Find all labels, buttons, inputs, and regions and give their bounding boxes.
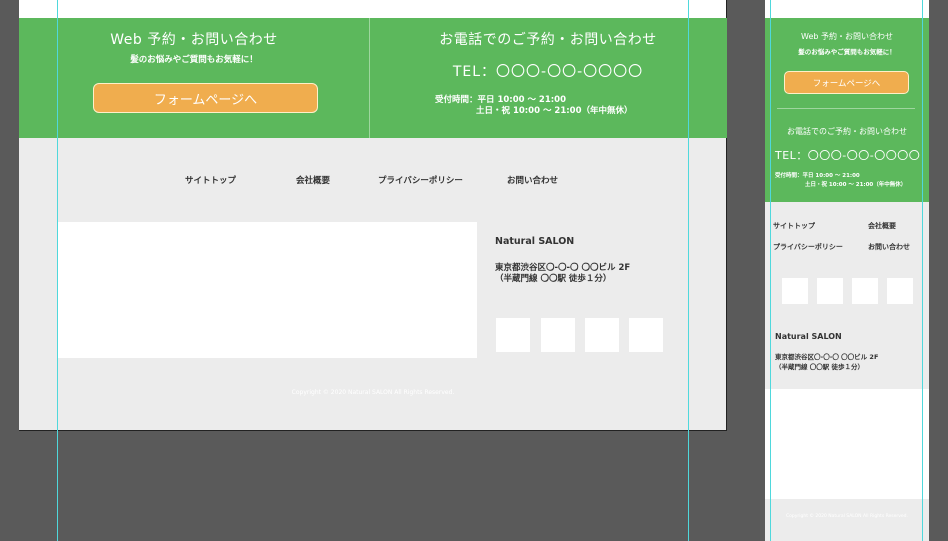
mobile-web-contact-title: Web 予約・お問い合わせ: [801, 32, 893, 41]
desktop-sns-icon-4[interactable]: [629, 318, 663, 352]
mobile-form-page-button[interactable]: フォームページへ: [784, 71, 909, 94]
desktop-web-contact-title: Web 予約・お問い合わせ: [110, 32, 278, 48]
mobile-nav-contact[interactable]: お問い合わせ: [868, 242, 910, 252]
mobile-sns-icon-2[interactable]: [817, 278, 843, 304]
mobile-artboard: Web 予約・お問い合わせ 髪のお悩みやご質問もお気軽に！ フォームページへ お…: [765, 0, 929, 541]
mobile-copyright: Copyright © 2020 Natural SALON All Right…: [786, 514, 908, 519]
desktop-nav-contact[interactable]: お問い合わせ: [507, 174, 558, 186]
desktop-hours-holiday: 土日・祝 10:00 ～ 21:00（年中無休）: [476, 106, 633, 116]
desktop-nav-company[interactable]: 会社概要: [296, 174, 330, 186]
mobile-web-contact-subtitle: 髪のお悩みやご質問もお気軽に！: [798, 48, 896, 56]
mobile-address: 東京都渋谷区〇-〇-〇 〇〇ビル 2F: [775, 353, 879, 361]
desktop-top-strip: [19, 0, 726, 18]
mobile-nav-company[interactable]: 会社概要: [868, 221, 896, 231]
desktop-tel-number[interactable]: TEL：〇〇〇-〇〇-〇〇〇〇: [369, 61, 727, 81]
desktop-web-contact-subtitle: 髪のお悩みやご質問もお気軽に！: [130, 55, 258, 65]
desktop-artboard: Web 予約・お問い合わせ 髪のお悩みやご質問もお気軽に！ フォームページへ お…: [19, 0, 727, 431]
desktop-sns-icon-3[interactable]: [585, 318, 619, 352]
mobile-sns-icon-1[interactable]: [782, 278, 808, 304]
guide-line-mobile-left: [770, 0, 771, 541]
desktop-nav-privacy[interactable]: プライバシーポリシー: [378, 174, 463, 186]
desktop-sns-icon-1[interactable]: [496, 318, 530, 352]
mobile-sns-icon-4[interactable]: [887, 278, 913, 304]
mobile-salon-name: Natural SALON: [775, 332, 842, 341]
desktop-copyright: Copyright © 2020 Natural SALON All Right…: [291, 389, 455, 396]
mobile-contact-divider: [777, 108, 915, 109]
desktop-nav-site-top[interactable]: サイトトップ: [185, 174, 236, 186]
mobile-hours-holiday: 土日・祝 10:00 ～ 21:00（年中無休）: [805, 182, 907, 188]
mobile-access: （半蔵門線 〇〇駅 徒歩１分）: [775, 363, 865, 371]
mobile-tel-number[interactable]: TEL：〇〇〇-〇〇-〇〇〇〇: [775, 147, 920, 163]
desktop-phone-contact-title: お電話でのご予約・お問い合わせ: [439, 32, 657, 48]
mobile-phone-contact-title: お電話でのご予約・お問い合わせ: [787, 127, 907, 136]
mobile-top-strip: [765, 0, 929, 18]
guide-line-desktop-left: [57, 0, 58, 541]
mobile-map-placeholder: [765, 389, 929, 499]
desktop-sns-icon-2[interactable]: [541, 318, 575, 352]
guide-line-desktop-right: [688, 0, 689, 541]
mobile-nav-privacy[interactable]: プライバシーポリシー: [773, 242, 843, 252]
mobile-hours-weekday: 受付時間：平日 10:00 ～ 21:00: [775, 173, 860, 179]
desktop-form-page-button[interactable]: フォームページへ: [93, 83, 318, 113]
desktop-access: （半蔵門線 〇〇駅 徒歩１分）: [495, 274, 612, 284]
mobile-sns-icon-3[interactable]: [852, 278, 878, 304]
mobile-nav-site-top[interactable]: サイトトップ: [773, 221, 815, 231]
desktop-map-placeholder: [57, 222, 477, 358]
desktop-salon-name: Natural SALON: [495, 236, 575, 247]
guide-line-mobile-right: [922, 0, 923, 541]
